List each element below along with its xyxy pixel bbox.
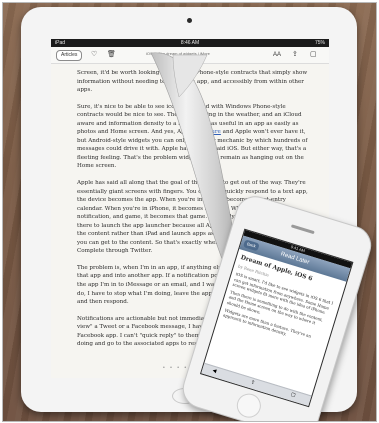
share-icon[interactable]: ⇪ [292, 50, 298, 60]
bookmark-icon[interactable]: ▢ [310, 50, 317, 60]
inline-link[interactable]: a feature [195, 129, 221, 135]
iphone-screen: 9:41 AM Back Read Later Dream of Apple, … [199, 228, 354, 408]
paragraph: Screen, it'd be worth looking at Windows… [77, 70, 308, 94]
photo-scene: iPad 8:46 AM 75% Articles ♡ 🗑 iOS 6: The… [0, 0, 379, 423]
battery-label: 75% [314, 40, 325, 46]
paragraph: Sure, it's nice to be able to see icons … [77, 103, 309, 171]
speaker-icon [290, 224, 315, 235]
share-icon[interactable]: ⇪ [250, 379, 256, 386]
paragraph-text: and Apple won't ever have it, but Androi… [77, 129, 308, 170]
heart-icon[interactable]: ♡ [91, 50, 97, 60]
ipad-status-bar: iPad 8:46 AM 75% [51, 39, 329, 47]
reader-toolbar: Articles ♡ 🗑 iOS 6: The dream of widgets… [51, 47, 329, 64]
bookmark-icon[interactable]: ▢ [290, 392, 296, 399]
trash-icon[interactable]: 🗑 [107, 50, 116, 60]
clock-label: 8:46 AM [180, 40, 200, 46]
camera-icon [187, 18, 192, 23]
article-source-title: iOS 6: The dream of widgets | iMore [146, 51, 210, 56]
back-icon[interactable]: ◀ [212, 368, 217, 375]
font-size-button[interactable]: AA [273, 50, 281, 60]
photo-frame: iPad 8:46 AM 75% Articles ♡ 🗑 iOS 6: The… [2, 2, 377, 422]
iphone-home-button[interactable] [233, 390, 264, 421]
articles-button[interactable]: Articles [56, 50, 83, 61]
